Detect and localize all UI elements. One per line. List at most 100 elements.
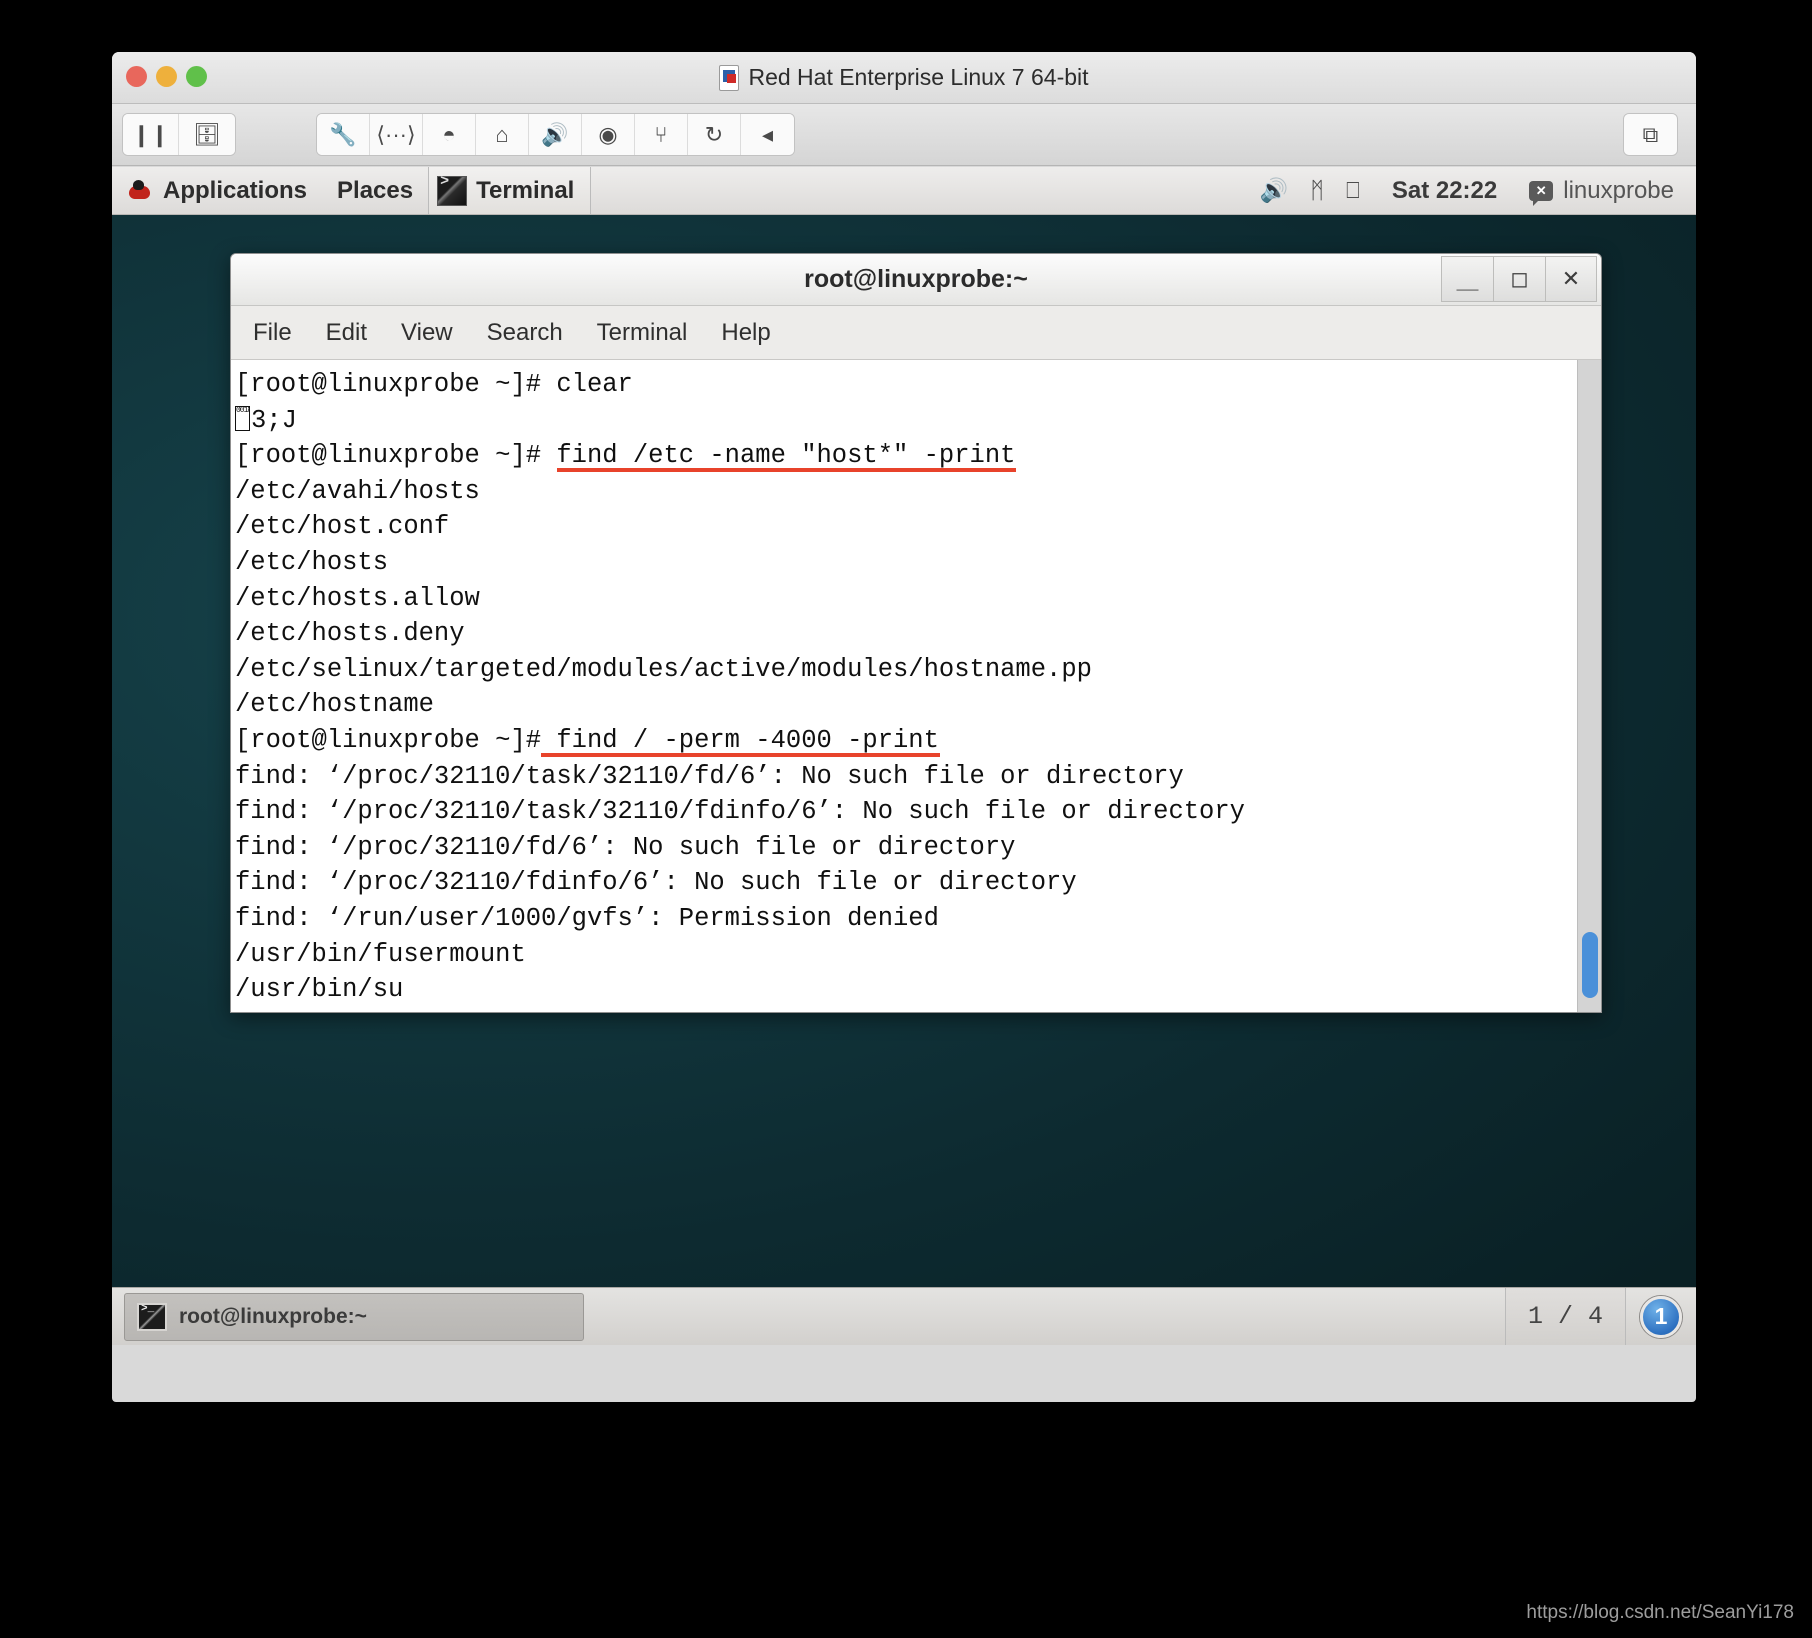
menu-edit[interactable]: Edit (326, 319, 367, 347)
terminal-line: /usr/bin/chage (235, 1008, 1577, 1012)
terminal-titlebar: root@linuxprobe:~ ＿ ◻ ✕ (231, 254, 1601, 306)
gnome-panel-left: Applications Places Terminal (112, 167, 592, 214)
terminal-icon (137, 1302, 167, 1331)
active-window-button[interactable]: Terminal (428, 167, 592, 214)
gnome-panel-right: 🔊 ᛗ ⎕ Sat 22:22 ✕ linuxprobe (1246, 167, 1696, 214)
terminal-line: /usr/bin/fusermount (235, 937, 1577, 973)
redhat-logo-icon (127, 179, 153, 202)
terminal-window-controls: ＿ ◻ ✕ (1441, 256, 1597, 302)
terminal-line-text: find: ‘/proc/32110/fd/6’: No such file o… (235, 832, 1016, 862)
terminal-line-text: 3;J (251, 405, 297, 435)
terminal-line-text: /usr/bin/fusermount (235, 939, 526, 969)
snapshot-icon: 🗄 (193, 121, 221, 147)
taskbar-window-item[interactable]: root@linuxprobe:~ (124, 1292, 584, 1341)
terminal-scrollbar-thumb[interactable] (1582, 932, 1598, 998)
terminal-line-text: /etc/hosts.allow (235, 583, 480, 613)
terminal-line: [root@linuxprobe ~]# find / -perm -4000 … (235, 723, 1577, 759)
terminal-line-text: /etc/host.conf (235, 512, 450, 542)
usb-button[interactable]: ⑂ (635, 114, 688, 155)
terminal-output[interactable]: [root@linuxprobe ~]# clear 00183;J [root@l… (231, 360, 1577, 1012)
control-char-glyph: 0018 (235, 405, 250, 431)
vm-document-icon (719, 64, 740, 91)
terminal-line: 00183;J (235, 403, 1577, 439)
system-tray[interactable]: 🔊 ᛗ ⎕ (1246, 179, 1374, 202)
terminal-line-text: find: ‘/proc/32110/task/32110/fd/6’: No … (235, 761, 1184, 791)
usb-icon: ⑂ (654, 121, 668, 147)
printer-button[interactable]: ⌂ (476, 114, 529, 155)
unity-view-button[interactable]: ⧉ (1624, 114, 1677, 155)
terminal-menubar: File Edit View Search Terminal Help (231, 306, 1601, 360)
volume-icon[interactable]: 🔊 (1260, 179, 1289, 202)
terminal-body[interactable]: [root@linuxprobe ~]# clear 00183;J [root@l… (231, 360, 1601, 1012)
hard-disk-icon: ◓ (442, 121, 456, 147)
menu-terminal[interactable]: Terminal (597, 319, 688, 347)
terminal-line-text: [root@linuxprobe ~]# find / -perm -4000 … (235, 725, 939, 755)
terminal-line-text: /etc/hostname (235, 690, 434, 720)
hard-disk-button[interactable]: ◓ (423, 114, 476, 155)
vmware-window: Red Hat Enterprise Linux 7 64-bit ❙❙ 🗄 🔧… (112, 52, 1696, 1402)
terminal-line-text: /etc/selinux/targeted/modules/active/mod… (235, 654, 1092, 684)
terminal-line-text: /usr/bin/chage (235, 1011, 449, 1012)
terminal-icon (437, 173, 468, 206)
applications-menu[interactable]: Applications (112, 167, 322, 214)
terminal-scrollbar[interactable] (1577, 360, 1601, 1012)
annotation-underline (556, 467, 1017, 472)
guest-desktop: Applications Places Terminal 🔊 ᛗ ⎕ Sat 2… (112, 167, 1696, 1345)
terminal-line-text: [root@linuxprobe ~]# find /etc -name "ho… (235, 441, 1016, 471)
printer-icon: ⌂ (495, 121, 509, 147)
pause-button[interactable]: ❙❙ (123, 114, 179, 155)
terminal-line: /etc/hosts.deny (235, 616, 1577, 652)
active-window-label: Terminal (476, 176, 575, 204)
vm-toolbar: ❙❙ 🗄 🔧 ⟨···⟩ ◓ ⌂ 🔊 ◉ ⑂ ↻ ◂ ⧉ (112, 104, 1696, 166)
menu-search[interactable]: Search (487, 319, 563, 347)
gnome-bottom-panel: root@linuxprobe:~ 1 / 4 1 (112, 1287, 1696, 1345)
snapshot-button[interactable]: 🗄 (179, 114, 235, 155)
sharing-button[interactable]: ↻ (688, 114, 741, 155)
terminal-line: /etc/avahi/hosts (235, 474, 1577, 510)
menu-file[interactable]: File (253, 319, 292, 347)
workspace-area: 1 / 4 1 (1504, 1288, 1696, 1345)
workspace-badge[interactable]: 1 (1640, 1295, 1682, 1338)
settings-button[interactable]: 🔧 (317, 114, 370, 155)
bluetooth-icon[interactable]: ᛗ (1310, 179, 1324, 202)
user-menu[interactable]: ✕ linuxprobe (1515, 177, 1688, 206)
places-menu[interactable]: Places (322, 167, 428, 214)
collapse-toolbar-icon: ◂ (761, 121, 774, 147)
menu-view[interactable]: View (401, 319, 453, 347)
terminal-line: /usr/bin/su (235, 972, 1577, 1008)
terminal-line: find: ‘/proc/32110/task/32110/fd/6’: No … (235, 759, 1577, 795)
watermark: https://blog.csdn.net/SeanYi178 (1526, 1602, 1794, 1623)
terminal-line-text: find: ‘/proc/32110/task/32110/fdinfo/6’:… (235, 797, 1245, 827)
gnome-top-panel: Applications Places Terminal 🔊 ᛗ ⎕ Sat 2… (112, 167, 1696, 215)
network-icon: ⟨···⟩ (376, 121, 416, 147)
terminal-line: /etc/hosts (235, 545, 1577, 581)
vm-titlebar: Red Hat Enterprise Linux 7 64-bit (112, 52, 1696, 104)
terminal-minimize-button[interactable]: ＿ (1441, 256, 1493, 302)
workspace-badge-wrap: 1 (1626, 1295, 1696, 1338)
panel-clock[interactable]: Sat 22:22 (1374, 177, 1515, 205)
collapse-toolbar-button[interactable]: ◂ (741, 114, 794, 155)
display-icon[interactable]: ⎕ (1346, 179, 1360, 202)
network-button[interactable]: ⟨···⟩ (370, 114, 423, 155)
vm-toolbar-group-left: ❙❙ 🗄 (122, 113, 236, 156)
menu-help[interactable]: Help (721, 319, 770, 347)
taskbar-window-label: root@linuxprobe:~ (179, 1304, 367, 1328)
settings-wrench-icon: 🔧 (329, 121, 357, 147)
vm-title: Red Hat Enterprise Linux 7 64-bit (112, 64, 1696, 91)
terminal-line-text: /etc/hosts.deny (235, 619, 465, 649)
terminal-line: /etc/hostname (235, 687, 1577, 723)
vm-title-text: Red Hat Enterprise Linux 7 64-bit (748, 64, 1089, 90)
workspace-counter[interactable]: 1 / 4 (1504, 1288, 1626, 1345)
sound-button[interactable]: 🔊 (529, 114, 582, 155)
terminal-line-text: /etc/hosts (235, 547, 389, 577)
terminal-line: find: ‘/proc/32110/fdinfo/6’: No such fi… (235, 865, 1577, 901)
terminal-line-text: /etc/avahi/hosts (235, 476, 480, 506)
terminal-line: /etc/selinux/targeted/modules/active/mod… (235, 652, 1577, 688)
terminal-close-button[interactable]: ✕ (1545, 256, 1597, 302)
vm-toolbar-group-devices: 🔧 ⟨···⟩ ◓ ⌂ 🔊 ◉ ⑂ ↻ ◂ (316, 113, 795, 156)
terminal-line-text: find: ‘/run/user/1000/gvfs’: Permission … (235, 903, 939, 933)
applications-menu-label: Applications (163, 176, 308, 204)
terminal-window: root@linuxprobe:~ ＿ ◻ ✕ File Edit View S… (230, 253, 1602, 1013)
camera-button[interactable]: ◉ (582, 114, 635, 155)
terminal-maximize-button[interactable]: ◻ (1493, 256, 1545, 302)
